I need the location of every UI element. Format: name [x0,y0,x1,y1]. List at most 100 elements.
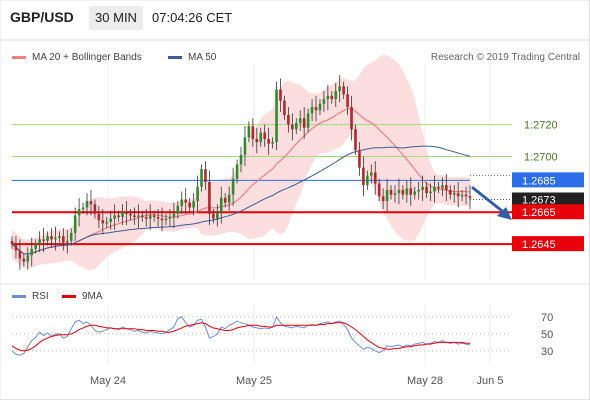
candle-body [310,107,314,114]
candle-body [101,220,105,224]
candle-body [231,178,235,195]
candle-body [421,186,424,190]
candle-body [405,188,409,195]
candle-body [338,86,342,92]
candle-body [452,193,456,195]
x-tick-may-28: May 28 [407,375,443,387]
candle-body [105,221,109,224]
candle-body [196,186,199,202]
candle-body [275,89,278,143]
candle-body [85,201,89,208]
candle-body [326,95,330,100]
rsi-swatch [12,294,26,298]
legend-ma9-label: 9MA [82,291,103,302]
candle-body [125,212,128,214]
candle-body [113,215,116,219]
x-tick-may-25: May 25 [236,375,272,387]
candle-body [267,138,270,144]
candle-body [164,218,168,221]
candle-body [425,186,428,194]
candle-body [251,126,255,139]
candle-body [156,217,160,219]
candle-body [441,185,444,189]
candle-body [342,86,345,95]
candle-body [263,132,266,139]
candle-body [350,107,353,130]
candle-body [354,129,357,151]
candle-body [97,213,101,221]
candle-body [180,199,184,206]
candle-body [65,240,69,243]
candle-body [129,213,132,216]
candle-body [10,240,14,245]
candle-body [54,237,57,240]
candle-body [152,215,156,218]
candle-body [385,189,389,202]
candle-body [456,193,460,197]
candle-body [302,118,306,128]
candle-body [366,175,369,186]
candle-body [46,236,49,241]
timeframe-button[interactable]: 30 MIN [89,6,143,30]
candle-body [271,142,274,144]
candle-body [192,201,195,208]
candle-body [42,239,45,241]
level-label-1.2645: 1.2645 [522,239,556,251]
legend-ma20-label: MA 20 + Bollinger Bands [32,52,142,63]
candle-body [188,202,191,208]
legend-rsi-label: RSI [32,291,49,302]
candle-body [401,189,405,195]
candle-body [62,236,65,243]
candle-body [377,183,381,197]
candle-body [133,215,136,218]
legend-ma50-label: MA 50 [188,52,217,63]
candle-body [26,255,30,262]
legend-ma20: MA 20 + Bollinger Bands [12,52,142,63]
candle-body [306,113,310,128]
candle-body [445,185,448,190]
candle-body [381,196,385,202]
candle-body [318,103,322,111]
candle-body [279,89,282,101]
candle-body [216,212,219,219]
candle-body [81,207,85,210]
candle-body [373,172,377,184]
candle-body [460,194,464,197]
candle-body [235,164,239,179]
candle-body [117,215,120,218]
candle-body [283,100,286,116]
candle-body [93,204,97,214]
candle-body [77,209,81,216]
candle-body [121,212,124,218]
candle-body [314,107,318,111]
candle-body [413,191,417,195]
candle-body [137,215,140,218]
candle-body [255,138,259,143]
candle-body [334,91,338,100]
level-label-1.2720: 1.2720 [524,120,558,132]
candle-body [369,172,373,176]
candle-body [468,196,472,198]
candle-body [22,258,26,262]
candle-body [437,186,440,189]
candle-body [200,169,203,187]
candle-body [144,217,148,219]
candle-body [14,244,18,251]
candle-body [259,132,263,143]
symbol-title: GBP/USD [10,9,74,25]
candle-body [73,215,77,233]
candle-body [148,215,152,219]
rsi-ma9-line [11,322,470,352]
candle-body [160,218,164,221]
candle-body [58,236,61,238]
candle-body [239,154,243,165]
rsi-tick-70: 70 [541,312,553,324]
candle-body [89,201,93,205]
candle-body [208,181,211,214]
candle-body [204,169,207,182]
candle-body [417,189,420,192]
candle-body [243,137,247,155]
candle-body [172,213,176,218]
candle-body [448,189,452,195]
candle-body [287,115,290,125]
